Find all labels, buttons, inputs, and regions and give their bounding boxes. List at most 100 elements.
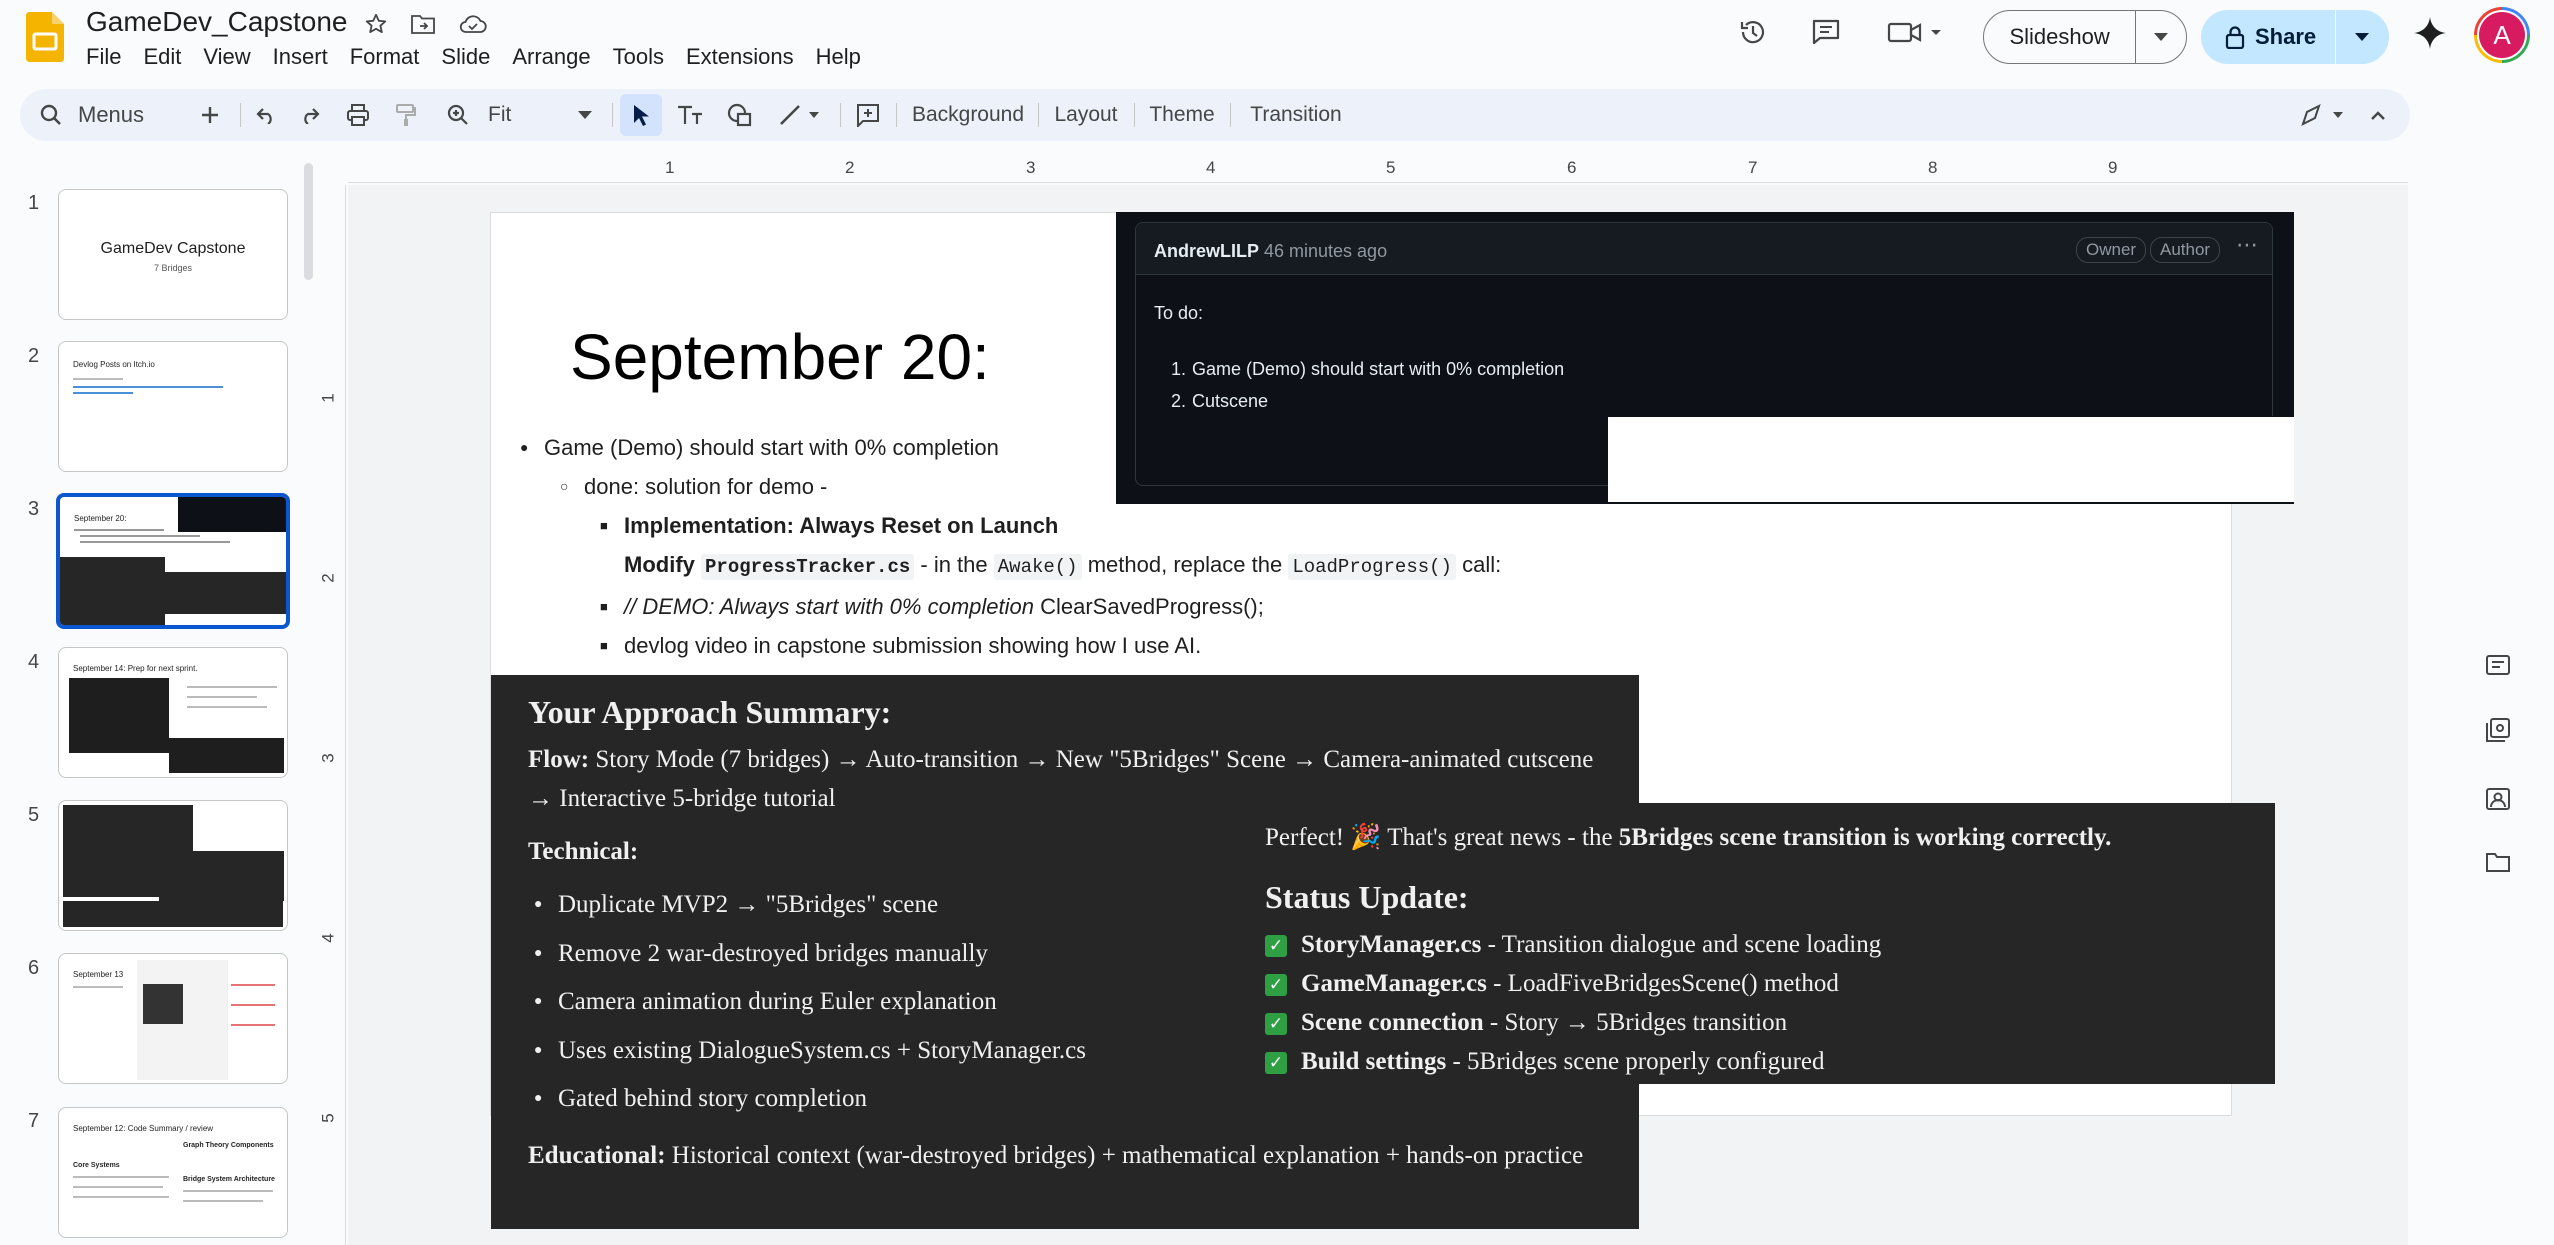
author-badge: Author <box>2150 237 2221 263</box>
status-update-box[interactable]: Perfect! 🎉 That's great news - the 5Brid… <box>1240 803 2275 1084</box>
contacts-icon[interactable] <box>2478 778 2518 818</box>
layout-button[interactable]: Layout <box>1044 89 1128 141</box>
add-comment-icon[interactable] <box>846 89 890 141</box>
slide-title[interactable]: September 20: <box>570 320 990 394</box>
menu-insert[interactable]: Insert <box>263 42 338 72</box>
shape-icon[interactable] <box>720 89 760 141</box>
slide-thumbnail-4[interactable]: September 14: Prep for next sprint. <box>58 647 288 778</box>
slide-number: 4 <box>28 651 40 673</box>
slide-thumbnail-1[interactable]: GameDev Capstone 7 Bridges <box>58 189 288 320</box>
technical-item: Camera animation during Euler explanatio… <box>558 988 997 1015</box>
thumb-title: GameDev Capstone <box>100 240 246 257</box>
slide-thumbnail-6[interactable]: September 13 <box>58 953 288 1084</box>
lock-icon <box>2201 10 2255 64</box>
comment-item-2: Cutscene <box>1192 391 1269 411</box>
chevron-down-icon[interactable] <box>2136 10 2186 64</box>
status-item-bold: Scene connection <box>1301 1009 1484 1036</box>
paint-format-icon[interactable] <box>386 89 426 141</box>
thumb-subtitle: 7 Bridges <box>153 263 193 273</box>
slide-thumbnail-2[interactable]: Devlog Posts on Itch.io <box>58 341 288 472</box>
search-menus-label: Menus <box>78 102 145 127</box>
line-icon[interactable] <box>770 89 832 141</box>
slide-number: 3 <box>28 498 40 520</box>
slide-number: 7 <box>28 1110 40 1132</box>
code-awake: Awake() <box>993 554 1082 580</box>
filmstrip-scrollbar[interactable] <box>304 163 313 280</box>
redo-icon[interactable] <box>290 89 330 141</box>
menu-help[interactable]: Help <box>806 42 871 72</box>
menu-view[interactable]: View <box>193 42 260 72</box>
new-slide-icon[interactable] <box>192 89 228 141</box>
select-tool-icon[interactable] <box>620 94 662 136</box>
search-icon <box>40 104 61 125</box>
menu-bar: File Edit View Insert Format Slide Arran… <box>86 42 873 72</box>
comment-intro: To do: <box>1154 303 1204 323</box>
flow-label: Flow: <box>528 746 590 773</box>
cloud-saved-icon[interactable] <box>456 8 490 40</box>
slide-panel-icon[interactable] <box>2478 710 2518 750</box>
slide-thumbnail-7[interactable]: September 12: Code Summary / review Core… <box>58 1107 288 1238</box>
vertical-ruler[interactable]: 1 2 3 4 5 <box>318 185 346 1245</box>
comment-author: AndrewLILP <box>1154 241 1260 261</box>
speaker-notes-icon[interactable] <box>2478 645 2518 685</box>
print-icon[interactable] <box>338 89 378 141</box>
menu-file[interactable]: File <box>86 42 131 72</box>
menu-extensions[interactable]: Extensions <box>676 42 804 72</box>
background-button[interactable]: Background <box>906 89 1030 141</box>
comment-time: 46 minutes ago <box>1264 241 1388 261</box>
more-options-icon[interactable]: ⋯ <box>2236 233 2258 258</box>
horizontal-ruler[interactable]: 1 2 3 4 5 6 7 8 9 <box>348 155 2408 183</box>
slides-logo[interactable] <box>26 12 64 62</box>
pen-mode-icon[interactable] <box>2290 89 2360 141</box>
move-folder-icon[interactable] <box>407 8 439 40</box>
bullet-3: Implementation: Always Reset on Launch <box>624 513 1059 538</box>
menu-tools[interactable]: Tools <box>603 42 674 72</box>
slide-cutout <box>1608 416 2294 417</box>
menu-edit[interactable]: Edit <box>133 42 191 72</box>
text-box-icon[interactable] <box>670 89 710 141</box>
technical-item: Remove 2 war-destroyed bridges manually <box>558 939 988 967</box>
chevron-down-icon <box>578 111 592 119</box>
check-icon: ✓ <box>1265 974 1287 997</box>
thumb-title: September 20: <box>74 514 127 523</box>
transition-button[interactable]: Transition <box>1238 89 1354 141</box>
status-heading: Status Update: <box>1265 879 1469 915</box>
slideshow-button[interactable]: Slideshow <box>1983 10 2187 64</box>
status-item-bold: Build settings <box>1301 1048 1447 1075</box>
bullet-5-italic: // DEMO: Always start with 0% completion <box>624 594 1034 619</box>
code-loadprogress: LoadProgress() <box>1288 554 1456 580</box>
avatar[interactable]: A <box>2474 7 2530 63</box>
technical-item: Duplicate MVP2 → "5Bridges" scene <box>558 891 939 918</box>
meet-video-icon[interactable] <box>1886 14 1944 50</box>
version-history-icon[interactable] <box>1735 14 1771 50</box>
search-menus[interactable]: Menus <box>40 89 190 141</box>
summary-heading: Your Approach Summary: <box>528 694 892 730</box>
theme-button[interactable]: Theme <box>1140 89 1224 141</box>
collapse-toolbar-icon[interactable] <box>2360 89 2396 141</box>
gemini-sparkle-icon[interactable] <box>2410 13 2450 53</box>
document-title[interactable]: GameDev_Capstone <box>86 6 347 38</box>
technical-label: Technical: <box>528 838 639 865</box>
thumb-title: September 14: Prep for next sprint. <box>73 664 198 673</box>
bullet-6: devlog video in capstone submission show… <box>624 633 1202 658</box>
menu-arrange[interactable]: Arrange <box>502 42 600 72</box>
undo-icon[interactable] <box>246 89 286 141</box>
chevron-down-icon[interactable] <box>2336 10 2388 64</box>
check-icon: ✓ <box>1265 1052 1287 1075</box>
check-icon: ✓ <box>1265 935 1287 958</box>
slide-number: 1 <box>28 192 40 214</box>
share-button[interactable]: Share <box>2201 10 2389 64</box>
slide-thumbnail-3[interactable]: September 20: <box>56 493 290 629</box>
menu-slide[interactable]: Slide <box>431 42 500 72</box>
technical-item: Gated behind story completion <box>558 1085 867 1112</box>
folder-icon[interactable] <box>2478 842 2518 882</box>
star-icon[interactable] <box>360 8 392 40</box>
menu-format[interactable]: Format <box>340 42 430 72</box>
zoom-select[interactable]: Fit <box>480 89 600 141</box>
avatar-letter: A <box>2479 12 2525 58</box>
status-intro-bold: 5Bridges scene transition is working cor… <box>1618 824 2112 851</box>
zoom-icon[interactable] <box>438 89 478 141</box>
thumb-heading: Core Systems <box>73 1162 120 1169</box>
comments-icon[interactable] <box>1808 14 1844 50</box>
slide-thumbnail-5[interactable] <box>58 800 288 931</box>
